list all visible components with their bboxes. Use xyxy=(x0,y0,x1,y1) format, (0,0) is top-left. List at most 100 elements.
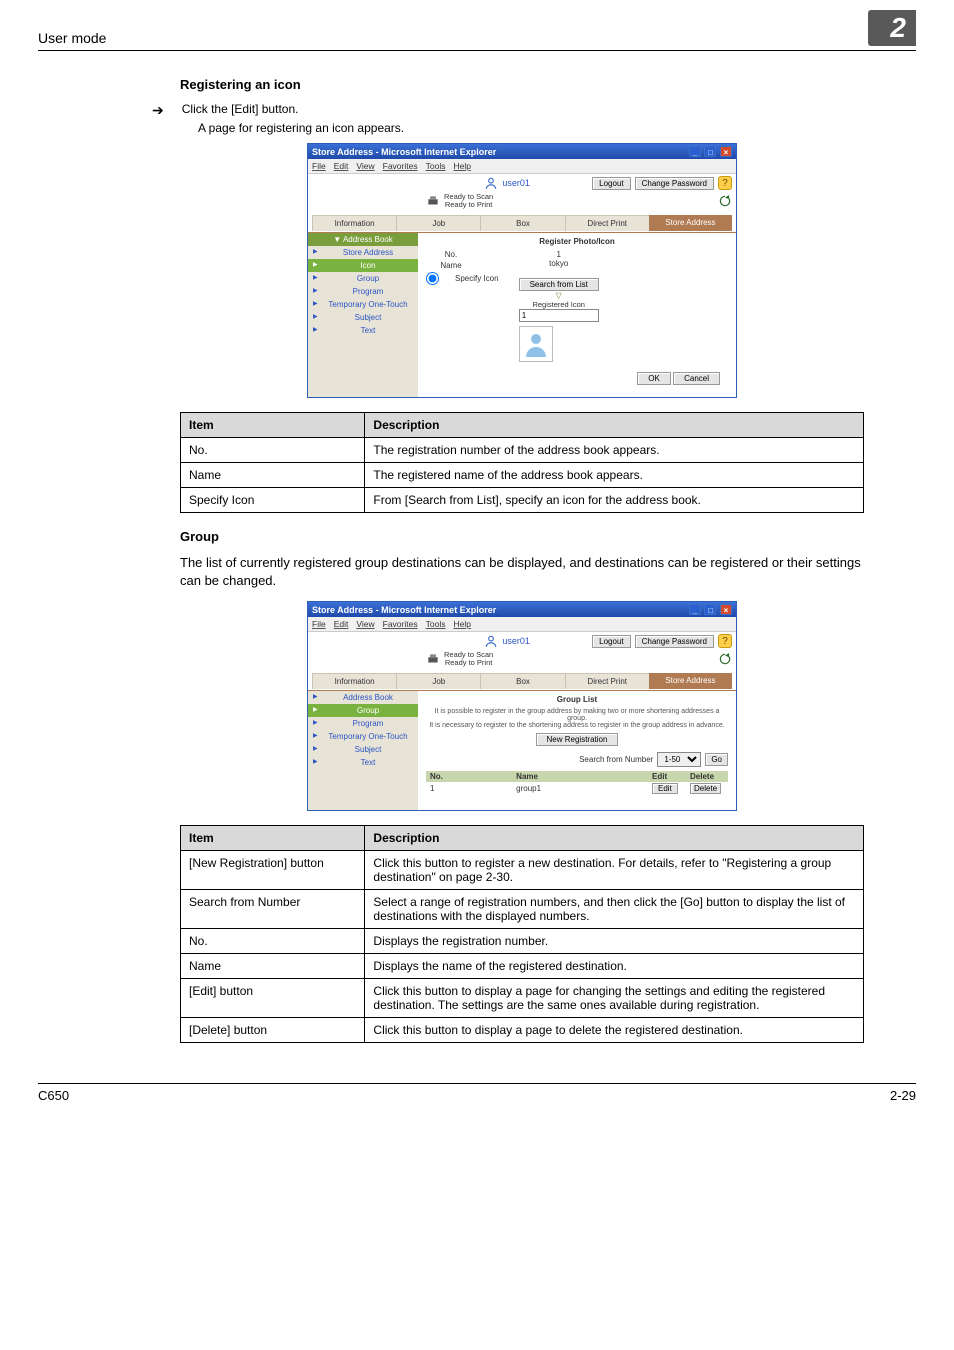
tab-box[interactable]: Box xyxy=(480,673,564,689)
section1-bullet: Click the [Edit] button. xyxy=(182,102,299,116)
td-desc: From [Search from List], specify an icon… xyxy=(365,487,864,512)
sidenav-temp-one-touch[interactable]: Temporary One-Touch xyxy=(308,298,418,311)
sidenav-program[interactable]: Program xyxy=(308,717,418,730)
th-del: Delete xyxy=(686,771,728,782)
new-registration-button[interactable]: New Registration xyxy=(536,733,619,746)
delete-button[interactable]: Delete xyxy=(690,783,721,794)
help-icon[interactable]: ? xyxy=(718,176,732,190)
td-item: Search from Number xyxy=(181,889,365,928)
ok-button[interactable]: OK xyxy=(637,372,671,385)
arrow-icon: ➔ xyxy=(152,103,164,117)
range-select[interactable]: 1-50 xyxy=(657,752,701,767)
go-button[interactable]: Go xyxy=(705,753,728,766)
tab-information[interactable]: Information xyxy=(312,215,396,231)
refresh-icon[interactable] xyxy=(718,194,732,208)
logout-button[interactable]: Logout xyxy=(592,177,630,190)
maximize-icon[interactable]: □ xyxy=(704,146,716,157)
td-desc: Click this button to display a page to d… xyxy=(365,1017,864,1042)
tab-box[interactable]: Box xyxy=(480,215,564,231)
td-item: No. xyxy=(181,928,365,953)
window-title: Store Address - Microsoft Internet Explo… xyxy=(312,605,496,615)
th-no: No. xyxy=(426,771,512,782)
sidenav-program[interactable]: Program xyxy=(308,285,418,298)
close-icon[interactable]: × xyxy=(720,604,732,615)
status-print: Ready to Print xyxy=(445,200,493,209)
sidenav-address-book[interactable]: Address Book xyxy=(308,691,418,704)
status-print: Ready to Print xyxy=(445,658,493,667)
section2-title: Group xyxy=(180,529,864,544)
minimize-icon[interactable]: _ xyxy=(689,146,701,157)
name-label: Name xyxy=(426,261,476,270)
td-desc: Click this button to display a page for … xyxy=(365,978,864,1017)
sidenav-header[interactable]: ▼ Address Book xyxy=(308,233,418,246)
menu-bar[interactable]: FileEditViewFavoritesToolsHelp xyxy=(308,159,736,174)
search-num-label: Search from Number xyxy=(579,755,653,764)
sidenav-group[interactable]: Group xyxy=(308,272,418,285)
th-edit: Edit xyxy=(648,771,686,782)
icon-preview xyxy=(519,326,553,362)
td-item: Name xyxy=(181,953,365,978)
sidenav-group[interactable]: Group xyxy=(308,704,418,717)
chevron-down-icon: ▽ xyxy=(519,291,599,300)
td-item: No. xyxy=(181,437,365,462)
tab-information[interactable]: Information xyxy=(312,673,396,689)
search-from-list-button[interactable]: Search from List xyxy=(519,278,599,291)
close-icon[interactable]: × xyxy=(720,146,732,157)
printer-icon xyxy=(426,194,440,208)
sidenav-temp-one-touch[interactable]: Temporary One-Touch xyxy=(308,730,418,743)
tab-job[interactable]: Job xyxy=(396,215,480,231)
change-password-button[interactable]: Change Password xyxy=(635,635,714,648)
tab-direct-print[interactable]: Direct Print xyxy=(565,215,649,231)
tab-store-address[interactable]: Store Address xyxy=(649,673,732,689)
td-desc: Click this button to register a new dest… xyxy=(365,850,864,889)
maximize-icon[interactable]: □ xyxy=(704,604,716,615)
note-2: It is necessary to register to the short… xyxy=(426,722,728,729)
registered-icon-input[interactable] xyxy=(519,309,599,322)
name-value: tokyo xyxy=(519,259,599,268)
td-item: Name xyxy=(181,462,365,487)
cancel-button[interactable]: Cancel xyxy=(673,372,720,385)
logout-button[interactable]: Logout xyxy=(592,635,630,648)
td-desc: The registration number of the address b… xyxy=(365,437,864,462)
th-item: Item xyxy=(181,825,365,850)
edit-button[interactable]: Edit xyxy=(652,783,678,794)
header-left: User mode xyxy=(38,30,106,46)
th-desc: Description xyxy=(365,825,864,850)
table-register-icon: Item Description No.The registration num… xyxy=(180,412,864,513)
sidenav-subject[interactable]: Subject xyxy=(308,311,418,324)
menu-bar[interactable]: FileEditViewFavoritesToolsHelp xyxy=(308,617,736,632)
td-desc: Displays the registration number. xyxy=(365,928,864,953)
sidenav-text[interactable]: Text xyxy=(308,324,418,337)
specify-icon-label: Specify Icon xyxy=(455,274,499,283)
tab-job[interactable]: Job xyxy=(396,673,480,689)
sidenav-icon[interactable]: Icon xyxy=(308,259,418,272)
change-password-button[interactable]: Change Password xyxy=(635,177,714,190)
no-label: No. xyxy=(426,250,476,259)
td-desc: The registered name of the address book … xyxy=(365,462,864,487)
table-row: 1 group1 Edit Delete xyxy=(426,782,728,795)
td-item: [Edit] button xyxy=(181,978,365,1017)
username: user01 xyxy=(502,636,530,646)
th-name: Name xyxy=(512,771,648,782)
note-1: It is possible to register in the group … xyxy=(426,708,728,722)
td-item: Specify Icon xyxy=(181,487,365,512)
tab-store-address[interactable]: Store Address xyxy=(649,215,732,231)
footer-left: C650 xyxy=(38,1088,69,1103)
user-icon xyxy=(484,634,498,648)
user-icon xyxy=(484,176,498,190)
td-item: [Delete] button xyxy=(181,1017,365,1042)
section1-title: Registering an icon xyxy=(180,77,864,92)
help-icon[interactable]: ? xyxy=(718,634,732,648)
td-desc: Select a range of registration numbers, … xyxy=(365,889,864,928)
section2-body: The list of currently registered group d… xyxy=(180,554,864,592)
sidenav-subject[interactable]: Subject xyxy=(308,743,418,756)
refresh-icon[interactable] xyxy=(718,652,732,666)
sidenav-text[interactable]: Text xyxy=(308,756,418,769)
sidenav-store-address[interactable]: Store Address xyxy=(308,246,418,259)
th-desc: Description xyxy=(365,412,864,437)
specify-icon-radio[interactable] xyxy=(426,272,439,285)
minimize-icon[interactable]: _ xyxy=(689,604,701,615)
chapter-number: 2 xyxy=(868,10,916,46)
tab-direct-print[interactable]: Direct Print xyxy=(565,673,649,689)
table-group: Item Description [New Registration] butt… xyxy=(180,825,864,1043)
